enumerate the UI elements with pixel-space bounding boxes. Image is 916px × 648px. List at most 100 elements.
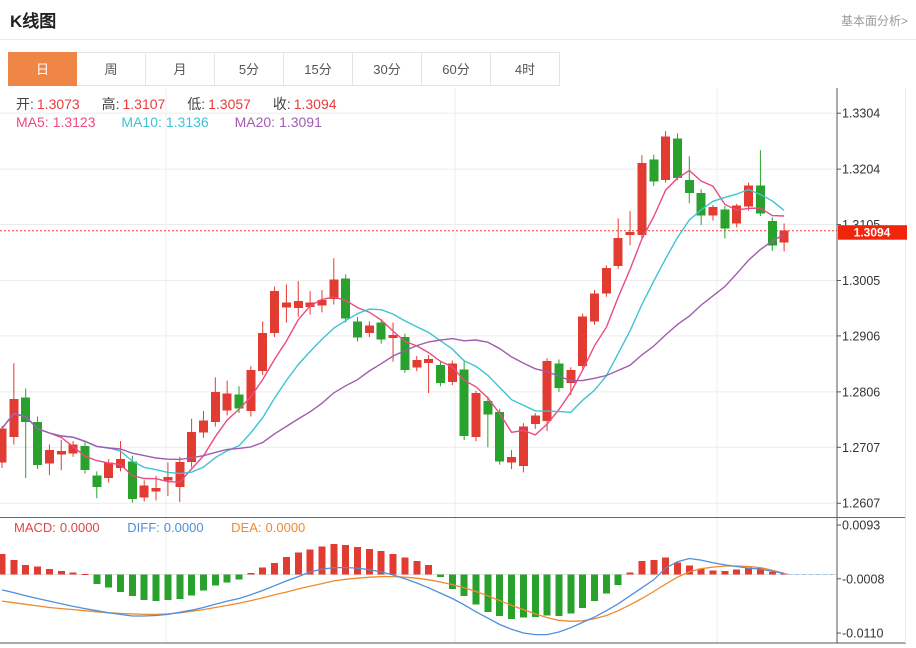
candle-body	[649, 160, 658, 182]
axis-label: 1.2707	[842, 441, 880, 455]
macd-readout: MACD:0.0000 DIFF:0.0000 DEA:0.0000	[14, 520, 309, 535]
macd-bar	[212, 575, 219, 586]
candle-body	[614, 238, 623, 266]
candle-body	[507, 457, 516, 463]
macd-bar	[449, 575, 456, 589]
ma5-value: 1.3123	[53, 114, 96, 130]
macd-bar	[638, 561, 645, 574]
macd-bar	[591, 575, 598, 602]
candle-body	[720, 209, 729, 228]
axis-label: -0.0110	[842, 627, 884, 641]
macd-bar	[188, 575, 195, 596]
macd-bar	[46, 569, 53, 574]
chart-area: 开:1.3073 高:1.3107 低:1.3057 收:1.3094 MA5:…	[0, 88, 916, 648]
macd-bar	[259, 568, 266, 575]
candle-body	[282, 302, 291, 307]
macd-bar	[461, 575, 468, 596]
macd-bar	[247, 573, 254, 575]
candle-body	[389, 335, 398, 338]
candle-body	[341, 278, 350, 318]
candle-body	[211, 392, 220, 422]
dea-label: DEA:	[231, 520, 261, 535]
axis-label: 1.2806	[842, 385, 880, 399]
candle-body	[57, 451, 66, 454]
candle-body	[199, 420, 208, 432]
macd-bar	[10, 560, 17, 574]
candle-body	[424, 359, 433, 363]
macd-bar	[473, 575, 480, 605]
candle-body	[626, 232, 635, 235]
axis-label: -0.0008	[842, 572, 884, 586]
tab-period-1[interactable]: 周	[77, 52, 146, 86]
ma10-label: MA10:	[121, 114, 161, 130]
candle-body	[140, 485, 149, 497]
ma20-label: MA20:	[235, 114, 275, 130]
macd-bar	[401, 557, 408, 574]
macd-bar	[508, 575, 515, 620]
header-divider	[0, 39, 916, 40]
macd-bar	[437, 575, 444, 578]
candle-body	[258, 333, 267, 371]
diff-value: 0.0000	[164, 520, 204, 535]
macd-bar	[117, 575, 124, 593]
candle-body	[744, 185, 753, 206]
candle-body	[80, 446, 89, 470]
candle-body	[709, 207, 718, 215]
low-label: 低:	[187, 96, 205, 112]
candle-body	[412, 360, 421, 367]
axis-label: 1.3005	[842, 274, 880, 288]
macd-bar	[532, 575, 539, 618]
tab-period-2[interactable]: 月	[146, 52, 215, 86]
candle-body	[175, 462, 184, 487]
diff-label: DIFF:	[127, 520, 160, 535]
candle-body	[329, 279, 338, 299]
tab-period-7[interactable]: 4时	[491, 52, 560, 86]
low-value: 1.3057	[208, 96, 251, 112]
ma20-value: 1.3091	[279, 114, 322, 130]
tab-period-0[interactable]: 日	[8, 52, 77, 86]
candle-body	[436, 365, 445, 383]
candle-body	[673, 138, 682, 178]
ma10-value: 1.3136	[166, 114, 209, 130]
candle-body	[45, 450, 54, 463]
macd-bar	[579, 575, 586, 609]
fundamental-analysis-link[interactable]: 基本面分析>	[841, 12, 908, 29]
axis-label: 1.3304	[842, 107, 880, 121]
candle-body	[0, 428, 7, 462]
candle-body	[519, 427, 528, 466]
open-value: 1.3073	[37, 96, 80, 112]
kline-chart-svg[interactable]: 1.33041.32041.31051.30051.29061.28061.27…	[0, 88, 916, 648]
ma5-label: MA5:	[16, 114, 49, 130]
candle-body	[543, 361, 552, 421]
open-label: 开:	[16, 96, 34, 112]
period-tabbar: 日周月5分15分30分60分4时	[8, 52, 560, 86]
macd-bar	[224, 575, 231, 583]
candle-body	[685, 180, 694, 193]
macd-bar	[93, 575, 100, 585]
macd-bar	[295, 553, 302, 575]
tab-period-3[interactable]: 5分	[215, 52, 284, 86]
macd-bar	[413, 561, 420, 574]
macd-bar	[176, 575, 183, 599]
candle-body	[365, 325, 374, 333]
macd-bar	[342, 545, 349, 574]
candle-body	[104, 462, 113, 478]
ma-readout: MA5:1.3123 MA10: 1.3136 MA20:1.3091	[16, 114, 326, 130]
macd-bar	[544, 575, 551, 616]
axis-label: 0.0093	[842, 519, 880, 533]
tab-period-5[interactable]: 30分	[353, 52, 422, 86]
macd-label: MACD:	[14, 520, 56, 535]
candle-body	[152, 488, 161, 491]
candle-body	[128, 461, 137, 498]
macd-bar	[22, 565, 29, 575]
macd-bar	[603, 575, 610, 594]
macd-bar	[354, 547, 361, 575]
macd-bar	[153, 575, 160, 602]
tab-period-4[interactable]: 15分	[284, 52, 353, 86]
candle-body	[92, 475, 101, 487]
tab-period-6[interactable]: 60分	[422, 52, 491, 86]
candle-body	[353, 321, 362, 337]
macd-bar	[105, 575, 112, 588]
macd-bar	[141, 575, 148, 601]
macd-bar	[236, 575, 243, 580]
